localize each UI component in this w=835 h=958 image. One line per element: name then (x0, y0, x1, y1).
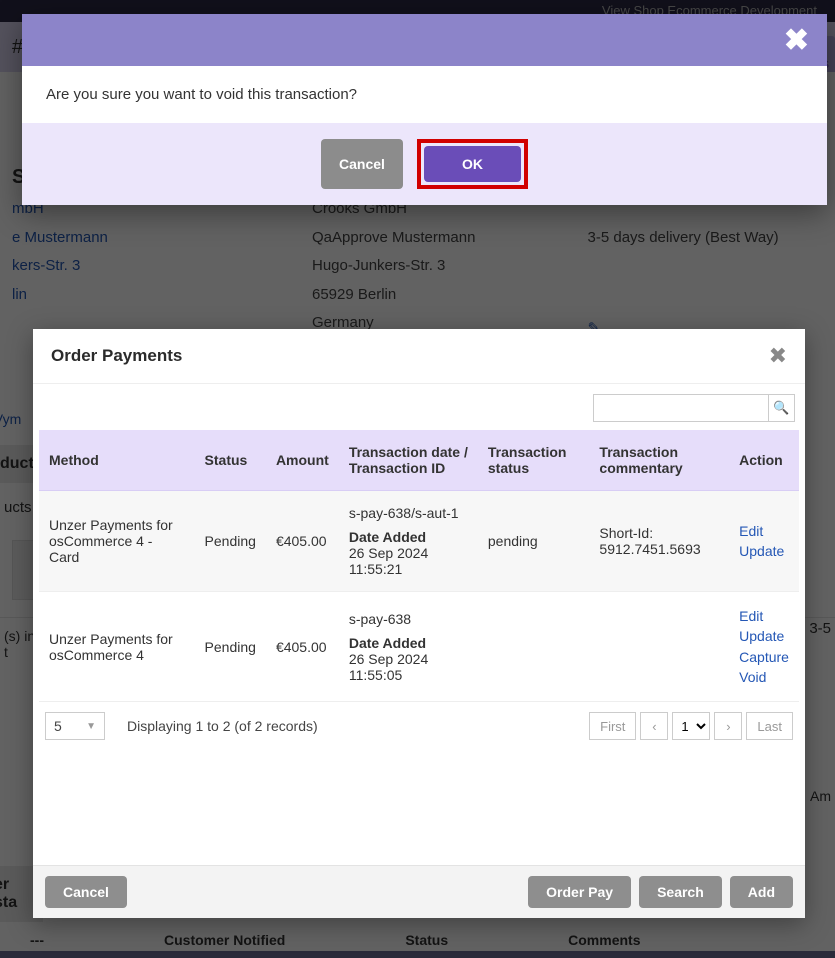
date-added-label: Date Added (349, 529, 468, 545)
cell-txn-date-id: s-pay-638 Date Added26 Sep 2024 11:55:05 (339, 592, 478, 702)
chevron-down-icon: ▼ (86, 721, 96, 732)
cell-status: Pending (195, 592, 266, 702)
cell-amount: €405.00 (266, 491, 339, 592)
col-commentary: Transaction commentary (589, 430, 729, 491)
paging-next-button[interactable]: › (714, 712, 742, 740)
cell-amount: €405.00 (266, 592, 339, 702)
confirm-ok-button[interactable]: OK (424, 146, 521, 182)
col-amount: Amount (266, 430, 339, 491)
col-txn-status: Transaction status (478, 430, 590, 491)
action-link-edit[interactable]: Edit (739, 606, 789, 626)
cell-method: Unzer Payments for osCommerce 4 (39, 592, 195, 702)
paging-row: 5 ▼ Displaying 1 to 2 (of 2 records) Fir… (39, 702, 799, 750)
cell-txn-date-id: s-pay-638/s-aut-1 Date Added26 Sep 2024 1… (339, 491, 478, 592)
date-added-label: Date Added (349, 635, 468, 651)
txn-id: s-pay-638/s-aut-1 (349, 505, 468, 521)
page-size-value: 5 (54, 718, 62, 734)
order-payments-search-button[interactable]: Search (639, 876, 722, 908)
cell-method: Unzer Payments for osCommerce 4 - Card (39, 491, 195, 592)
confirm-close-icon[interactable]: ✖ (784, 23, 809, 58)
order-payments-header: Order Payments ✖ (33, 329, 805, 384)
confirm-footer: Cancel OK (22, 123, 827, 205)
paging-page-select[interactable]: 1 (672, 712, 710, 740)
col-status: Status (195, 430, 266, 491)
order-payments-close-icon[interactable]: ✖ (769, 343, 787, 369)
action-link-update[interactable]: Update (739, 541, 789, 561)
order-payments-body: 🔍 Method Status Amount Transaction date … (33, 384, 805, 865)
paging-display-text: Displaying 1 to 2 (of 2 records) (127, 718, 318, 734)
confirm-cancel-button[interactable]: Cancel (321, 139, 403, 189)
cell-action: EditUpdate (729, 491, 799, 592)
table-row: Unzer Payments for osCommerce 4Pending€4… (39, 592, 799, 702)
confirm-header: ✖ (22, 14, 827, 66)
cell-commentary: Short-Id: 5912.7451.5693 (589, 491, 729, 592)
paging-prev-button[interactable]: ‹ (640, 712, 668, 740)
table-row: Unzer Payments for osCommerce 4 - CardPe… (39, 491, 799, 592)
cell-txn-status: pending (478, 491, 590, 592)
chevron-right-icon: › (726, 719, 730, 734)
confirm-message: Are you sure you want to void this trans… (22, 66, 827, 123)
search-icon: 🔍 (773, 400, 789, 415)
txn-id: s-pay-638 (349, 611, 468, 627)
col-method: Method (39, 430, 195, 491)
cell-action: EditUpdateCaptureVoid (729, 592, 799, 702)
payments-table: Method Status Amount Transaction date / … (39, 430, 799, 702)
order-payments-search-icon-button[interactable]: 🔍 (769, 394, 795, 422)
col-txn-date: Transaction date / Transaction ID (339, 430, 478, 491)
paging-first-button[interactable]: First (589, 712, 636, 740)
order-payments-cancel-button[interactable]: Cancel (45, 876, 127, 908)
order-payments-search-input[interactable] (593, 394, 769, 422)
cell-commentary (589, 592, 729, 702)
order-payments-search-row: 🔍 (39, 394, 799, 422)
order-payments-footer: Cancel Order Pay Search Add (33, 865, 805, 918)
cell-status: Pending (195, 491, 266, 592)
paging-last-button[interactable]: Last (746, 712, 793, 740)
chevron-left-icon: ‹ (652, 719, 656, 734)
action-link-void[interactable]: Void (739, 667, 789, 687)
col-action: Action (729, 430, 799, 491)
order-payments-add-button[interactable]: Add (730, 876, 793, 908)
action-link-update[interactable]: Update (739, 626, 789, 646)
confirm-modal: ✖ Are you sure you want to void this tra… (22, 14, 827, 205)
txn-date: 26 Sep 2024 11:55:21 (349, 545, 468, 577)
action-link-capture[interactable]: Capture (739, 647, 789, 667)
txn-date: 26 Sep 2024 11:55:05 (349, 651, 468, 683)
cell-txn-status (478, 592, 590, 702)
order-payments-title: Order Payments (51, 346, 182, 366)
order-payments-modal: Order Payments ✖ 🔍 Method Status Amount … (33, 329, 805, 918)
order-pay-button[interactable]: Order Pay (528, 876, 631, 908)
page-size-select[interactable]: 5 ▼ (45, 712, 105, 740)
ok-highlight-box: OK (417, 139, 528, 189)
action-link-edit[interactable]: Edit (739, 521, 789, 541)
